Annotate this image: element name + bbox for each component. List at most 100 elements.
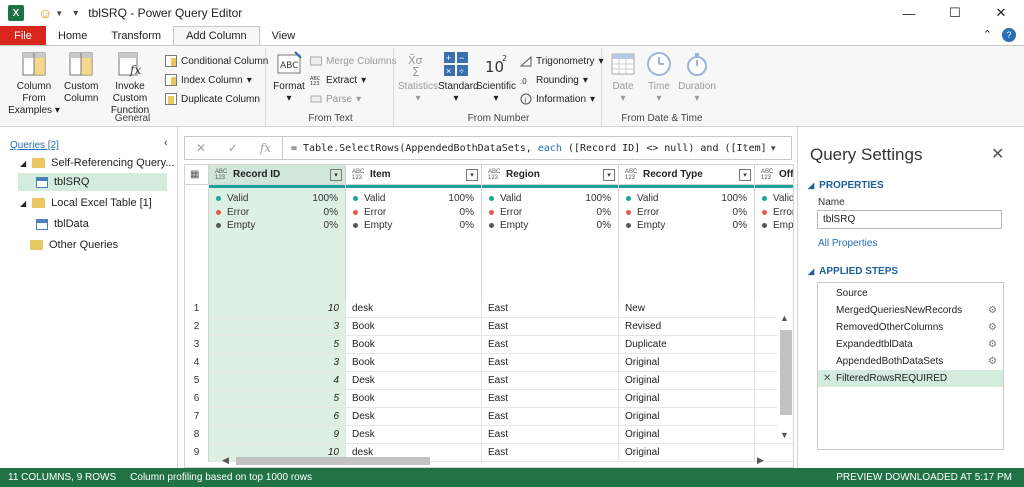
table-cell[interactable]: 6 — [209, 408, 346, 426]
table-cell[interactable]: 5 — [209, 336, 346, 354]
table-cell[interactable]: desk — [346, 300, 482, 318]
table-cell[interactable]: 3 — [209, 318, 346, 336]
filter-dropdown-icon[interactable]: ▾ — [330, 168, 342, 181]
tab-file[interactable]: File — [0, 26, 46, 45]
profiling-scope[interactable]: Column profiling based on top 1000 rows — [130, 472, 312, 483]
all-properties-link[interactable]: All Properties — [818, 238, 877, 249]
row-number[interactable]: 1 — [185, 300, 209, 318]
column-header-record-type[interactable]: ABC 123 Record Type ▾ — [619, 165, 755, 185]
table-cell[interactable]: Original — [619, 426, 755, 444]
query-item-tblsrq[interactable]: tblSRQ — [18, 173, 167, 191]
table-menu-icon[interactable]: ▦ — [185, 165, 209, 185]
rounding-button[interactable]: .0 Rounding ▾ — [520, 72, 588, 88]
row-number[interactable]: 8 — [185, 426, 209, 444]
scroll-down-icon[interactable]: ▼ — [780, 430, 789, 440]
queries-header[interactable]: Queries [2] — [10, 140, 59, 151]
table-cell[interactable]: East — [482, 336, 619, 354]
delete-step-icon[interactable]: ✕ — [823, 373, 831, 384]
scroll-right-icon[interactable]: ▶ — [757, 455, 764, 466]
table-cell[interactable]: Book — [346, 390, 482, 408]
table-cell[interactable]: 9 — [209, 426, 346, 444]
gear-icon[interactable]: ⚙ — [988, 356, 997, 367]
tab-transform[interactable]: Transform — [99, 26, 173, 45]
time-button[interactable]: Time ▾ — [642, 50, 676, 105]
table-cell[interactable]: Book — [346, 336, 482, 354]
trigonometry-button[interactable]: Trigonometry ▾ — [520, 53, 604, 69]
row-number[interactable]: 2 — [185, 318, 209, 336]
formula-input[interactable]: = Table.SelectRows(AppendedBothDataSets,… — [283, 143, 765, 154]
row-number[interactable]: 5 — [185, 372, 209, 390]
applied-step[interactable]: RemovedOtherColumns ⚙ — [818, 319, 1003, 336]
properties-header[interactable]: ◢ PROPERTIES — [808, 180, 884, 191]
caret-down-icon[interactable]: ◢ — [20, 159, 26, 168]
query-group-local-excel-table[interactable]: ◢ Local Excel Table [1] — [20, 194, 152, 212]
table-cell[interactable]: Desk — [346, 372, 482, 390]
query-group-self-referencing[interactable]: ◢ Self-Referencing Query... — [20, 154, 174, 172]
parse-button[interactable]: Parse ▾ — [310, 91, 361, 107]
collapse-pane-icon[interactable]: ‹ — [164, 137, 168, 149]
scroll-left-icon[interactable]: ◀ — [222, 455, 229, 466]
conditional-column-button[interactable]: Conditional Column — [165, 53, 268, 69]
index-column-button[interactable]: Index Column ▾ — [165, 72, 252, 88]
table-cell[interactable]: East — [482, 372, 619, 390]
tab-home[interactable]: Home — [46, 26, 99, 45]
column-header-offe[interactable]: ABC 123 Offe — [755, 165, 793, 185]
applied-step[interactable]: Source — [818, 285, 1003, 302]
table-cell[interactable]: Desk — [346, 426, 482, 444]
merge-columns-button[interactable]: Merge Columns — [310, 53, 397, 69]
horizontal-scroll-thumb[interactable] — [236, 457, 430, 465]
table-cell[interactable]: Original — [619, 354, 755, 372]
table-cell[interactable]: Book — [346, 354, 482, 372]
minimize-icon[interactable]: — — [886, 0, 932, 26]
query-item-tbldata[interactable]: tblData — [36, 215, 89, 233]
close-icon[interactable]: ✕ — [978, 0, 1024, 26]
duration-button[interactable]: Duration ▾ — [676, 50, 718, 105]
customize-toolbar-icon[interactable]: ▾ — [73, 8, 78, 19]
extract-button[interactable]: ABC 123 Extract ▾ — [310, 72, 366, 88]
row-number[interactable]: 3 — [185, 336, 209, 354]
table-cell[interactable]: 3 — [209, 354, 346, 372]
column-header-region[interactable]: ABC 123 Region ▾ — [482, 165, 619, 185]
scroll-up-icon[interactable]: ▲ — [780, 313, 789, 323]
filter-dropdown-icon[interactable]: ▾ — [739, 168, 751, 181]
table-cell[interactable]: 5 — [209, 390, 346, 408]
table-cell[interactable]: Book — [346, 318, 482, 336]
statistics-button[interactable]: X̄σ Σ Statistics ▾ — [398, 50, 438, 105]
table-cell[interactable]: Desk — [346, 408, 482, 426]
type-any-icon[interactable]: ABC 123 — [352, 169, 366, 181]
tab-add-column[interactable]: Add Column — [173, 26, 260, 45]
type-any-icon[interactable]: ABC 123 — [488, 169, 502, 181]
column-header-record-id[interactable]: ABC 123 Record ID ▾ — [209, 165, 346, 185]
table-cell[interactable]: East — [482, 354, 619, 372]
table-cell[interactable]: East — [482, 318, 619, 336]
table-cell[interactable]: Revised — [619, 318, 755, 336]
commit-formula-icon[interactable]: ✓ — [228, 141, 238, 155]
vertical-scroll-thumb[interactable] — [780, 330, 792, 415]
duplicate-column-button[interactable]: Duplicate Column — [165, 91, 260, 107]
filter-dropdown-icon[interactable]: ▾ — [603, 168, 615, 181]
table-cell[interactable]: East — [482, 390, 619, 408]
tab-view[interactable]: View — [260, 26, 308, 45]
information-button[interactable]: i Information ▾ — [520, 91, 595, 107]
fx-icon[interactable]: fx — [260, 141, 271, 155]
applied-steps-header[interactable]: ◢ APPLIED STEPS — [808, 266, 898, 277]
date-button[interactable]: Date ▾ — [606, 50, 640, 105]
expand-formula-icon[interactable]: ▾ — [771, 143, 776, 154]
table-cell[interactable]: New — [619, 300, 755, 318]
applied-step[interactable]: AppendedBothDataSets ⚙ — [818, 353, 1003, 370]
type-any-icon[interactable]: ABC 123 — [761, 169, 775, 181]
type-any-icon[interactable]: ABC 123 — [625, 169, 639, 181]
gear-icon[interactable]: ⚙ — [988, 339, 997, 350]
smiley-icon[interactable]: ☺ — [38, 5, 52, 21]
close-icon[interactable]: ✕ — [991, 144, 1004, 164]
column-from-examples-button[interactable]: Column From Examples ▾ — [6, 50, 62, 117]
invoke-custom-function-button[interactable]: fx Invoke Custom Function — [100, 50, 160, 117]
applied-step[interactable]: ✕ FilteredRowsREQUIRED — [818, 370, 1003, 387]
row-number[interactable]: 7 — [185, 408, 209, 426]
cancel-formula-icon[interactable]: ✕ — [196, 141, 206, 155]
table-cell[interactable]: Original — [619, 408, 755, 426]
query-group-other-queries[interactable]: Other Queries — [30, 236, 118, 254]
table-cell[interactable]: 10 — [209, 300, 346, 318]
table-cell[interactable]: Duplicate — [619, 336, 755, 354]
filter-dropdown-icon[interactable]: ▾ — [466, 168, 478, 181]
